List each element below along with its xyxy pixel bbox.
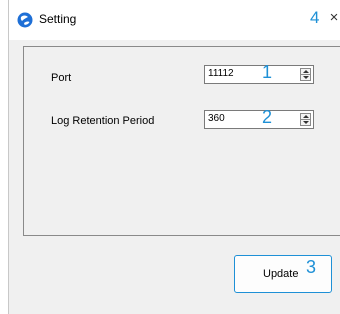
close-button[interactable]: × — [327, 8, 340, 28]
window-title: Setting — [39, 12, 77, 26]
marker-2: 2 — [262, 107, 273, 127]
marker-1: 1 — [262, 62, 273, 82]
marker-3: 3 — [306, 257, 317, 277]
port-spin-arrows[interactable] — [300, 68, 311, 81]
marker-4: 4 — [310, 8, 320, 27]
title-bar: Setting 4 × — [9, 0, 340, 40]
port-spinbox[interactable]: 11112 — [204, 65, 314, 84]
settings-window: Setting 4 × Port 11112 1 Log Retention P… — [8, 0, 340, 314]
log-retention-spin-arrows[interactable] — [300, 113, 311, 126]
settings-group: Port 11112 1 Log Retention Period 360 2 — [23, 46, 340, 236]
app-globe-icon — [17, 12, 33, 28]
update-button[interactable]: Update 3 — [234, 255, 332, 293]
spin-separator — [301, 119, 310, 120]
spin-separator — [301, 74, 310, 75]
port-up-arrow-icon[interactable] — [303, 70, 309, 73]
port-value[interactable]: 11112 — [208, 68, 234, 79]
port-down-arrow-icon[interactable] — [303, 76, 309, 79]
log-retention-spinbox[interactable]: 360 — [204, 110, 314, 129]
update-button-label: Update — [263, 268, 299, 280]
log-retention-value[interactable]: 360 — [208, 113, 225, 124]
log-retention-down-arrow-icon[interactable] — [303, 121, 309, 124]
log-retention-label: Log Retention Period — [51, 115, 155, 127]
log-retention-up-arrow-icon[interactable] — [303, 115, 309, 118]
port-label: Port — [51, 72, 72, 84]
